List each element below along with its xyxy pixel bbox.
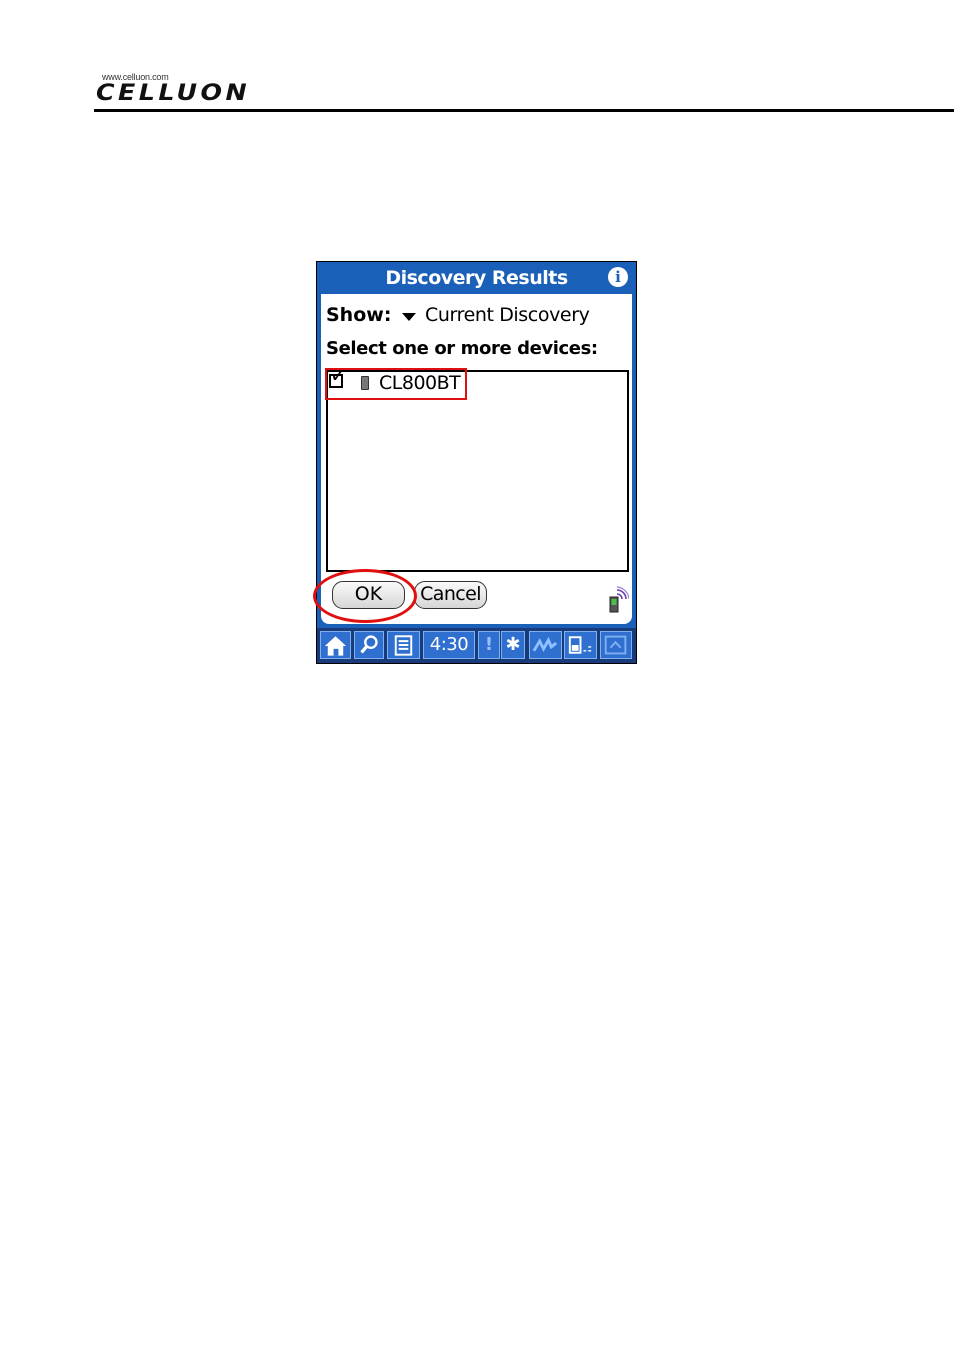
alert-icon[interactable]: ! (478, 631, 500, 659)
device-row-highlight (325, 368, 467, 400)
bluetooth-signal-icon (609, 586, 629, 613)
info-icon[interactable]: i (608, 267, 628, 287)
ok-highlight-circle (313, 569, 417, 623)
bluetooth-icon[interactable]: ✱ (501, 631, 525, 659)
menu-icon (394, 635, 413, 656)
show-dropdown[interactable]: Current Discovery (425, 304, 590, 326)
cancel-button[interactable]: Cancel (414, 581, 487, 609)
select-devices-label: Select one or more devices: (326, 338, 598, 359)
battery-button[interactable] (564, 631, 597, 659)
clock[interactable]: 4:30 (423, 631, 475, 659)
celluon-logo: www.celluon.com CELLUON (96, 72, 266, 106)
show-label: Show: (326, 304, 392, 326)
input-area-icon (604, 635, 627, 655)
logo-wordmark: CELLUON (96, 81, 251, 106)
header-rule (94, 109, 954, 112)
signal-icon[interactable] (529, 631, 562, 659)
input-area-button[interactable] (600, 631, 632, 659)
device-list[interactable] (326, 370, 629, 572)
dialog-title: Discovery Results (385, 267, 568, 289)
home-button[interactable] (320, 631, 351, 659)
dropdown-arrow-icon[interactable] (402, 313, 416, 321)
search-icon (360, 635, 378, 654)
title-bar: Discovery Results i (317, 262, 636, 294)
home-icon (324, 636, 347, 656)
status-bar: 4:30 ! ✱ (317, 628, 636, 663)
find-button[interactable] (354, 631, 384, 659)
signal-wave-icon (532, 636, 558, 652)
menu-button[interactable] (387, 631, 420, 659)
battery-icon (568, 636, 592, 654)
